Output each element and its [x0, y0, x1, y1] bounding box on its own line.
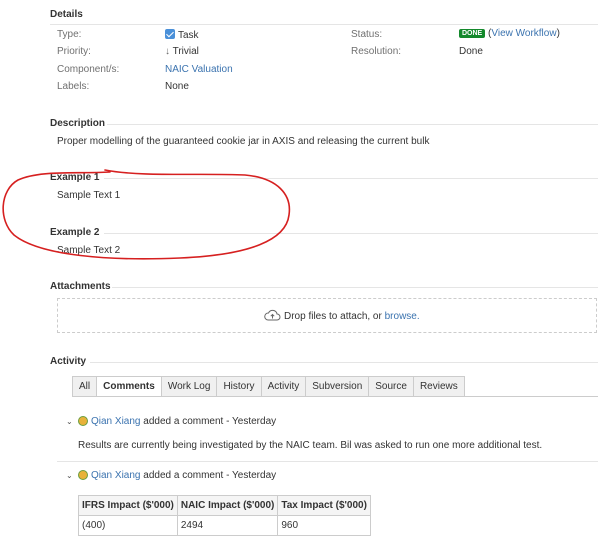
- description-text: Proper modelling of the guaranteed cooki…: [57, 136, 430, 147]
- resolution-label: Resolution:: [351, 46, 402, 57]
- drop-files-text: Drop files to attach, or: [284, 311, 385, 322]
- example1-text: Sample Text 1: [57, 190, 121, 201]
- dropzone-content: Drop files to attach, or browse.: [264, 309, 420, 322]
- tab-history[interactable]: History: [217, 376, 262, 397]
- example2-text: Sample Text 2: [57, 245, 121, 256]
- labels-value: None: [165, 81, 189, 92]
- attachments-heading: Attachments: [50, 281, 111, 292]
- components-label: Component/s:: [57, 64, 120, 75]
- components-link[interactable]: NAIC Valuation: [165, 64, 233, 75]
- tab-source[interactable]: Source: [369, 376, 414, 397]
- priority-value: ↓ Trivial: [165, 46, 199, 57]
- status-label: Status:: [351, 29, 383, 40]
- attachments-divider: [112, 287, 598, 288]
- activity-tabs: All Comments Work Log History Activity S…: [72, 376, 465, 397]
- tab-all[interactable]: All: [72, 376, 98, 397]
- example2-divider: [104, 233, 598, 234]
- status-badge: DONE: [459, 29, 486, 38]
- browse-link[interactable]: browse.: [385, 311, 420, 322]
- tab-subversion[interactable]: Subversion: [306, 376, 370, 397]
- comment-action: added a comment - Yesterday: [140, 416, 277, 427]
- impact-table: IFRS Impact ($'000) NAIC Impact ($'000) …: [78, 495, 371, 536]
- comment-author-link[interactable]: Qian Xiang: [91, 416, 140, 427]
- arrow-down-icon: ↓: [165, 46, 170, 57]
- activity-divider: [90, 362, 598, 363]
- comment-action: added a comment - Yesterday: [140, 470, 277, 481]
- type-label: Type:: [57, 29, 82, 40]
- labels-label: Labels:: [57, 81, 90, 92]
- chevron-down-icon[interactable]: ⌄: [66, 417, 73, 426]
- example1-divider: [104, 178, 598, 179]
- type-text: Task: [178, 30, 199, 41]
- table-header-naic: NAIC Impact ($'000): [176, 495, 279, 516]
- status-value: DONE (View Workflow): [459, 28, 560, 39]
- view-workflow-link[interactable]: View Workflow: [491, 28, 556, 39]
- details-divider: [50, 24, 598, 25]
- comment-author-link[interactable]: Qian Xiang: [91, 470, 140, 481]
- comment-divider: [57, 461, 598, 462]
- table-header-row: IFRS Impact ($'000) NAIC Impact ($'000) …: [78, 495, 371, 516]
- comment-body: Results are currently being investigated…: [78, 440, 543, 451]
- priority-text: Trivial: [172, 46, 199, 57]
- description-divider: [107, 124, 598, 125]
- attachment-dropzone[interactable]: Drop files to attach, or browse.: [57, 298, 597, 333]
- table-cell: (400): [78, 515, 178, 536]
- cloud-upload-icon: [264, 309, 281, 321]
- priority-label: Priority:: [57, 46, 91, 57]
- avatar: [78, 416, 88, 426]
- type-value: Task: [165, 29, 199, 41]
- example2-heading: Example 2: [50, 227, 100, 238]
- table-row: (400) 2494 960: [78, 515, 371, 536]
- task-type-icon: [165, 29, 175, 39]
- table-cell: 960: [277, 515, 371, 536]
- example1-heading: Example 1: [50, 172, 100, 183]
- resolution-value: Done: [459, 46, 483, 57]
- details-heading: Details: [50, 9, 83, 20]
- chevron-down-icon[interactable]: ⌄: [66, 471, 73, 480]
- table-cell: 2494: [176, 515, 279, 536]
- tab-work-log[interactable]: Work Log: [161, 376, 218, 397]
- comment-header: Qian Xiang added a comment - Yesterday: [91, 416, 276, 427]
- activity-heading: Activity: [50, 356, 87, 367]
- tab-activity[interactable]: Activity: [261, 376, 307, 397]
- tab-reviews[interactable]: Reviews: [413, 376, 465, 397]
- avatar: [78, 470, 88, 480]
- comment-header: Qian Xiang added a comment - Yesterday: [91, 470, 276, 481]
- table-header-tax: Tax Impact ($'000): [277, 495, 371, 516]
- table-header-ifrs: IFRS Impact ($'000): [78, 495, 178, 516]
- status-paren-close: ): [556, 28, 560, 39]
- description-heading: Description: [50, 118, 106, 129]
- tabs-baseline: [72, 396, 598, 397]
- tab-comments[interactable]: Comments: [97, 376, 162, 397]
